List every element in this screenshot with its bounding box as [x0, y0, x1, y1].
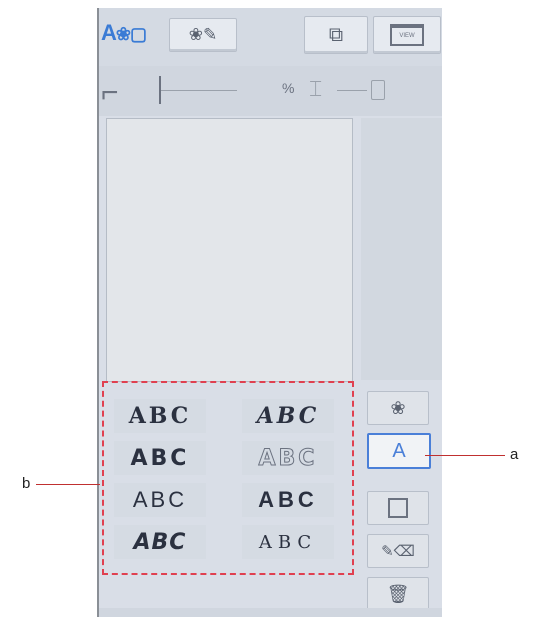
square-icon: [388, 498, 408, 518]
embroidery-edit-button[interactable]: ❀✎: [169, 18, 237, 52]
edit-button[interactable]: ✎⌫: [367, 534, 429, 568]
view-button[interactable]: VIEW: [373, 16, 441, 54]
spool-slider-track[interactable]: [337, 90, 367, 91]
frame-button[interactable]: [367, 491, 429, 525]
font-option-1[interactable]: ABC: [114, 399, 206, 433]
trash-icon: 🗑: [386, 583, 410, 604]
spool-icon: ⌶: [309, 76, 323, 101]
spool-slider-knob[interactable]: [371, 80, 385, 100]
view-label: VIEW: [399, 33, 415, 39]
percent-label: %: [282, 80, 295, 96]
mode-letter: A: [101, 20, 117, 45]
callout-label-a: a: [510, 446, 519, 463]
edit-eraser-icon: ✎⌫: [381, 543, 415, 560]
mode-indicator[interactable]: A❀▢: [101, 20, 147, 46]
font-selection-list: ABC ABC ABC ABC ABC ABC ABC ABC: [102, 381, 354, 575]
text-icon: A: [392, 439, 406, 462]
embroidery-edit-icon: ❀✎: [188, 25, 218, 44]
layer-button[interactable]: ⧉: [304, 16, 368, 54]
text-button[interactable]: A: [367, 433, 431, 469]
layer-icon: ⧉: [328, 23, 344, 46]
callout-line-b: [36, 484, 100, 485]
font-option-2[interactable]: ABC: [242, 399, 334, 433]
bottom-strip: [99, 608, 442, 617]
sub-toolbar: ⌐ % ⌶: [99, 66, 442, 116]
callout-label-b: b: [22, 475, 31, 492]
machine-icon: ⌐: [101, 76, 119, 109]
top-toolbar: A❀▢ ❀✎ ⧉ VIEW: [99, 8, 442, 66]
mode-icons: ❀▢: [115, 24, 147, 44]
right-panel: [361, 118, 442, 380]
font-option-4[interactable]: ABC: [242, 441, 334, 475]
pattern-button[interactable]: ❀: [367, 391, 429, 425]
pattern-preview-area[interactable]: [106, 118, 353, 382]
screen: A❀▢ ❀✎ ⧉ VIEW ⌐ % ⌶ ABC ABC ABC ABC ABC …: [97, 8, 442, 617]
size-slider-knob[interactable]: [159, 76, 161, 104]
font-option-7[interactable]: ABC: [114, 525, 206, 559]
callout-line-a: [425, 455, 505, 456]
font-option-3[interactable]: ABC: [114, 441, 206, 475]
flower-icon: ❀: [390, 397, 406, 418]
size-slider-track[interactable]: [159, 90, 237, 91]
font-option-5[interactable]: ABC: [114, 483, 206, 517]
font-option-8[interactable]: ABC: [242, 525, 334, 559]
view-icon: VIEW: [390, 24, 424, 46]
delete-button[interactable]: 🗑: [367, 577, 429, 611]
font-option-6[interactable]: ABC: [242, 483, 334, 517]
